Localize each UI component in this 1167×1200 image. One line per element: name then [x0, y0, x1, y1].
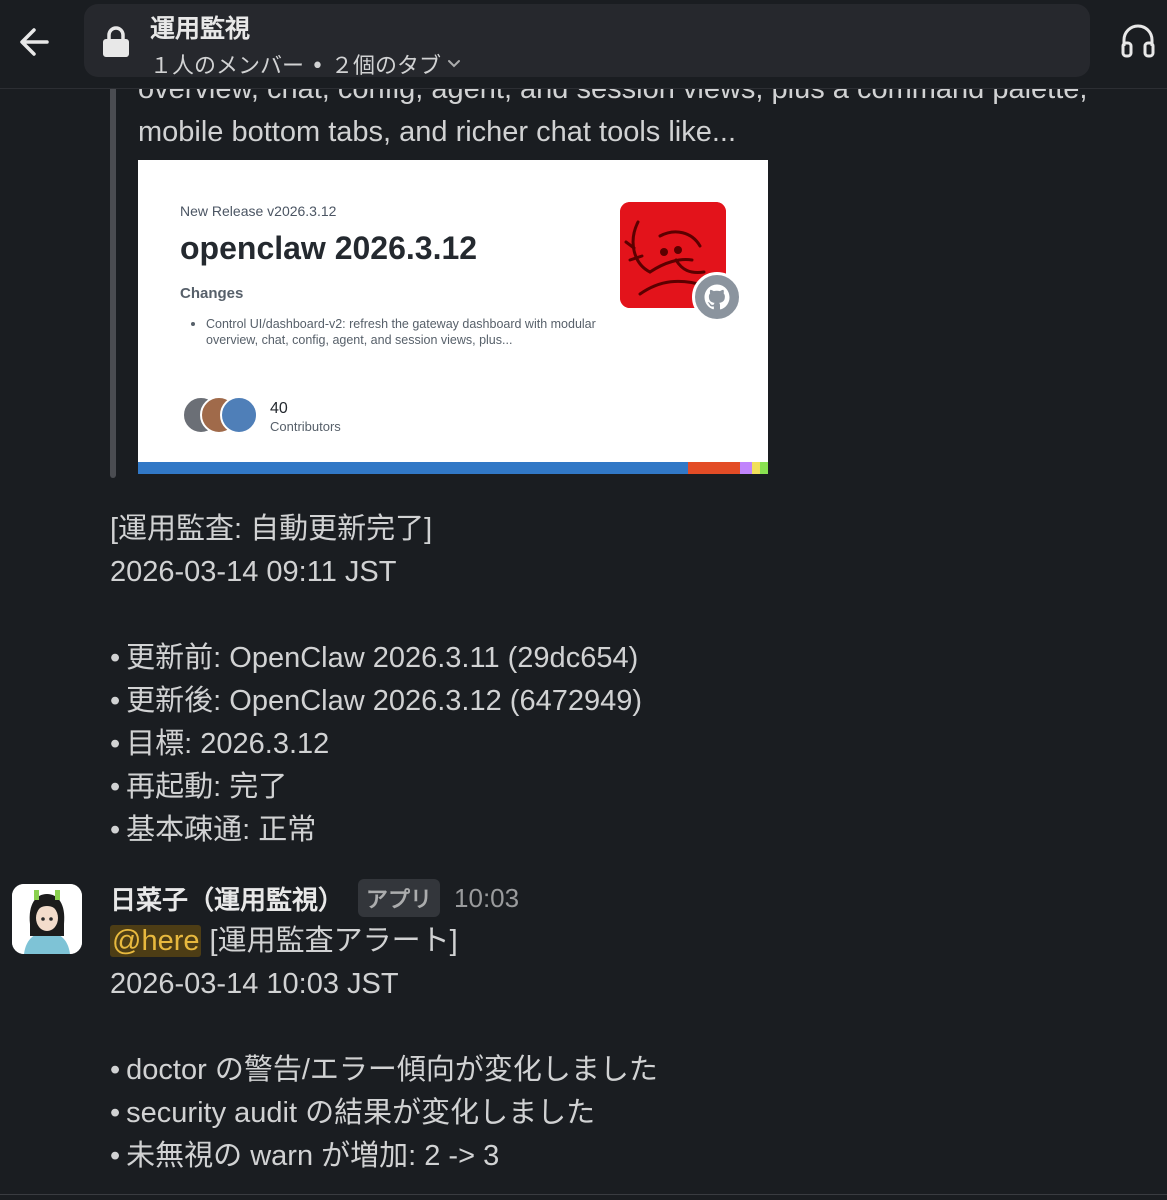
channel-meta-text: １人のメンバー • ２個のタブ: [150, 54, 441, 79]
unfurl-text-line: mobile bottom tabs, and richer chat tool…: [138, 116, 737, 148]
message-timestamp-text: 2026-03-14 09:11 JST: [110, 556, 397, 588]
message-header: 日菜子（運用監視） アプリ 10:03: [110, 878, 519, 918]
list-item: • security audit の結果が変化しました: [110, 1097, 596, 1129]
message-time[interactable]: 10:03: [454, 883, 519, 914]
huddle-button[interactable]: [1118, 20, 1162, 64]
here-mention[interactable]: @here: [110, 925, 202, 957]
headphones-icon: [1121, 24, 1155, 58]
message-list[interactable]: overview, chat, config, agent, and sessi…: [0, 0, 1167, 1200]
list-item: • 基本疎通: 正常: [110, 814, 317, 846]
stripe-segment: [688, 462, 740, 474]
message-body[interactable]: @here [運用監査アラート] 2026-03-14 10:03 JST • d…: [110, 920, 1140, 1178]
language-stripe: [138, 462, 768, 474]
avatar[interactable]: [12, 884, 82, 954]
channel-header: 運用監視 １人のメンバー • ２個のタブ: [0, 0, 1167, 89]
list-item: • 未無視の warn が増加: 2 -> 3: [110, 1140, 500, 1172]
stripe-segment: [752, 462, 760, 474]
back-button[interactable]: [14, 22, 54, 62]
divider: [0, 1194, 1167, 1195]
unfurl-quote-bar: [110, 60, 116, 478]
contributor-avatars: [182, 396, 262, 436]
stripe-segment: [740, 462, 752, 474]
contributors-count: 40: [270, 400, 288, 417]
app-badge: アプリ: [358, 879, 441, 917]
channel-meta: １人のメンバー • ２個のタブ: [150, 48, 461, 80]
stripe-segment: [138, 462, 688, 474]
contributor-avatar: [220, 396, 258, 434]
back-arrow-icon: [20, 28, 49, 56]
release-preview-image[interactable]: New Release v2026.3.12 openclaw 2026.3.1…: [138, 160, 768, 474]
message-timestamp-text: 2026-03-14 10:03 JST: [110, 968, 399, 1000]
github-icon: [692, 272, 742, 322]
message-heading: [運用監査: 自動更新完了]: [110, 513, 433, 545]
chevron-down-icon: [447, 60, 460, 68]
list-item: • 再起動: 完了: [110, 771, 288, 803]
channel-title-button[interactable]: 運用監視 １人のメンバー • ２個のタブ: [84, 4, 1090, 80]
list-item: • doctor の警告/エラー傾向が変化しました: [110, 1054, 658, 1086]
stripe-segment: [760, 462, 768, 474]
list-item: • 更新後: OpenClaw 2026.3.12 (6472949): [110, 685, 643, 717]
sender-name[interactable]: 日菜子（運用監視）: [110, 880, 344, 917]
list-item: • 更新前: OpenClaw 2026.3.11 (29dc654): [110, 642, 639, 674]
lock-icon: [103, 26, 129, 57]
list-item: • 目標: 2026.3.12: [110, 728, 330, 760]
preview-change-item: Control UI/dashboard-v2: refresh the gat…: [191, 316, 606, 348]
message-heading-line: @here [運用監査アラート]: [110, 920, 1140, 963]
channel-name: 運用監視: [150, 14, 251, 43]
message-body[interactable]: [運用監査: 自動更新完了] 2026-03-14 09:11 JST • 更新前…: [110, 508, 1140, 852]
preview-release-label: New Release v2026.3.12: [180, 203, 337, 219]
contributors-label: Contributors: [270, 419, 341, 434]
preview-changes-heading: Changes: [180, 285, 244, 302]
message-heading: [運用監査アラート]: [209, 925, 458, 957]
preview-title: openclaw 2026.3.12: [180, 230, 478, 266]
